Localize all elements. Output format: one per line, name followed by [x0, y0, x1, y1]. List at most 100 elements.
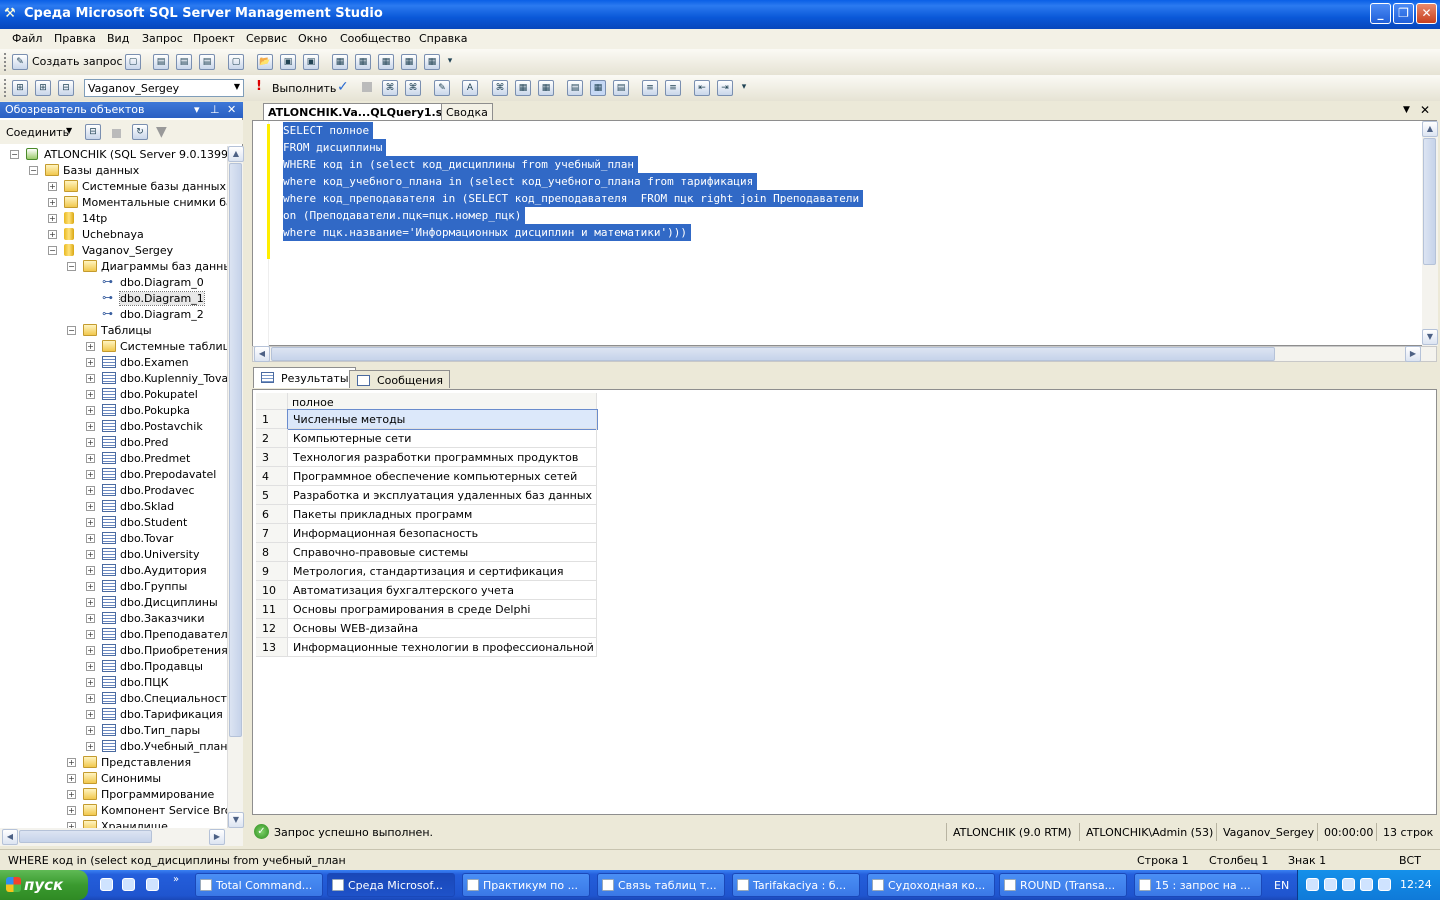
cell-value[interactable]: Компьютерные сети [288, 429, 597, 448]
clock[interactable]: 12:24 [1400, 878, 1432, 891]
tray-network-icon[interactable] [1324, 878, 1337, 891]
expand-icon[interactable]: + [86, 678, 95, 687]
expand-icon[interactable]: + [86, 646, 95, 655]
tree-node[interactable]: + Хранилище [0, 819, 227, 828]
cell-value[interactable]: Информационная безопасность [288, 524, 597, 543]
scroll-up-icon[interactable]: ▲ [228, 146, 244, 162]
expand-icon[interactable]: + [86, 502, 95, 511]
collapse-icon[interactable]: − [10, 150, 19, 159]
tree-node[interactable]: + dbo.Преподаватели [0, 627, 227, 643]
close-button[interactable]: ✕ [1416, 3, 1437, 24]
cell-value[interactable]: Информационные технологии в профессионал… [288, 638, 597, 657]
expand-icon[interactable]: + [86, 662, 95, 671]
tree-node[interactable]: + dbo.Sklad [0, 499, 227, 515]
quicklaunch-app-icon[interactable] [146, 878, 159, 891]
sql-editor[interactable]: SELECT полное FROM дисциплины WHERE код in… [252, 120, 1438, 346]
menu-help[interactable]: Справка [419, 32, 467, 45]
expand-icon[interactable]: + [86, 694, 95, 703]
row-number[interactable]: 5 [256, 486, 288, 505]
editor-hscroll[interactable]: ◀ ▶ [252, 346, 1437, 362]
row-number[interactable]: 1 [256, 410, 288, 429]
object-explorer-hscroll[interactable]: ◀ ▶ [0, 828, 243, 846]
table-row[interactable]: 5 Разработка и эксплуатация удаленных баз… [256, 486, 597, 505]
cell-value[interactable]: Справочно-правовые системы [288, 543, 597, 562]
tree-node[interactable]: + dbo.Pokupatel [0, 387, 227, 403]
tree-node[interactable]: + dbo.Заказчики [0, 611, 227, 627]
quicklaunch-explorer-icon[interactable] [122, 878, 135, 891]
expand-icon[interactable]: + [86, 726, 95, 735]
language-indicator[interactable]: EN [1274, 879, 1289, 892]
open-file-icon[interactable]: 📂 [257, 54, 273, 70]
tree-node[interactable]: + dbo.Kuplenniy_Tovar [0, 371, 227, 387]
cell-value[interactable]: Основы програмирования в среде Delphi [288, 600, 597, 619]
display-plan-icon[interactable]: ⌘ [382, 80, 398, 96]
minimize-button[interactable]: _ [1370, 3, 1391, 24]
tray-app-icon[interactable] [1378, 878, 1391, 891]
tree-node[interactable]: + Моментальные снимки базы [0, 195, 227, 211]
scroll-thumb[interactable] [229, 163, 242, 737]
column-header[interactable]: полное [288, 393, 597, 410]
taskbar-button[interactable]: Среда Microsof... [327, 873, 455, 897]
expand-icon[interactable]: + [86, 630, 95, 639]
row-number[interactable]: 7 [256, 524, 288, 543]
tree-node[interactable]: + dbo.Student [0, 515, 227, 531]
cell-value[interactable]: Метрология, стандартизация и сертификаци… [288, 562, 597, 581]
tree-node[interactable]: + dbo.Postavchik [0, 419, 227, 435]
tab-summary[interactable]: Сводка [441, 103, 493, 120]
tray-security-icon[interactable] [1360, 878, 1373, 891]
menu-tools[interactable]: Сервис [246, 32, 287, 45]
filter-icon[interactable]: ▼ [156, 124, 167, 140]
toolbar-grip[interactable] [4, 79, 7, 97]
tree-node[interactable]: − Диаграммы баз данных [0, 259, 227, 275]
row-number[interactable]: 13 [256, 638, 288, 657]
cell-value[interactable]: Численные методы [287, 409, 598, 430]
expand-icon[interactable]: + [86, 390, 95, 399]
comment-icon[interactable]: ≡ [642, 80, 658, 96]
menu-edit[interactable]: Правка [54, 32, 96, 45]
expand-icon[interactable]: + [86, 470, 95, 479]
table-row[interactable]: 10 Автоматизация бухгалтерского учета [256, 581, 597, 600]
change-connection-icon[interactable]: ⊞ [35, 80, 51, 96]
tab-query[interactable]: ATLONCHIK.Va...QLQuery1.sql* [263, 103, 465, 120]
start-button[interactable]: пуск [0, 870, 88, 900]
tree-node[interactable]: + dbo.Учебный_план [0, 739, 227, 755]
expand-icon[interactable]: + [67, 758, 76, 767]
chevron-down-icon[interactable]: ▼ [66, 126, 72, 135]
decrease-indent-icon[interactable]: ⇤ [694, 80, 710, 96]
specify-values-icon[interactable]: ✎ [434, 80, 450, 96]
collapse-icon[interactable]: − [29, 166, 38, 175]
connect-icon[interactable]: ⊞ [12, 80, 28, 96]
expand-icon[interactable]: + [86, 518, 95, 527]
row-number[interactable]: 12 [256, 619, 288, 638]
scroll-down-icon[interactable]: ▼ [228, 812, 244, 828]
execute-button[interactable]: Выполнить [272, 82, 336, 95]
tree-node[interactable]: + dbo.Группы [0, 579, 227, 595]
tree-node[interactable]: + dbo.Examen [0, 355, 227, 371]
connect-button[interactable]: Соединить [6, 126, 69, 139]
tray-volume-icon[interactable] [1342, 878, 1355, 891]
menu-community[interactable]: Сообщество [340, 32, 411, 45]
increase-indent-icon[interactable]: ⇥ [717, 80, 733, 96]
tree-node[interactable]: + dbo.Продавцы [0, 659, 227, 675]
code-line[interactable]: where код_преподавателя in (SELECT код_п… [283, 190, 864, 207]
taskbar-button[interactable]: Total Command... [195, 873, 323, 897]
tree-node[interactable]: + dbo.ПЦК [0, 675, 227, 691]
pin-icon[interactable]: ⊥ [210, 103, 220, 116]
stop-icon[interactable] [112, 129, 121, 138]
table-row[interactable]: 4 Программное обеспечение компьютерных се… [256, 467, 597, 486]
expand-icon[interactable]: + [86, 598, 95, 607]
expand-icon[interactable]: + [86, 566, 95, 575]
row-number[interactable]: 6 [256, 505, 288, 524]
code-line[interactable]: where пцк.название='Информационных дисци… [283, 224, 691, 241]
disconnect-icon[interactable]: ⊟ [85, 124, 101, 140]
cancel-query-icon[interactable] [362, 82, 372, 92]
disconnect-icon[interactable]: ⊟ [58, 80, 74, 96]
tree-node[interactable]: + Компонент Service Broke [0, 803, 227, 819]
tab-list-icon[interactable]: ▼ [1403, 105, 1410, 115]
new-query-button[interactable]: Создать запрос [32, 55, 123, 68]
cell-value[interactable]: Автоматизация бухгалтерского учета [288, 581, 597, 600]
tree-node[interactable]: ⊶ dbo.Diagram_0 [0, 275, 227, 291]
results-to-text-icon[interactable]: ▤ [567, 80, 583, 96]
maximize-button[interactable]: ❐ [1393, 3, 1414, 24]
menu-view[interactable]: Вид [107, 32, 129, 45]
